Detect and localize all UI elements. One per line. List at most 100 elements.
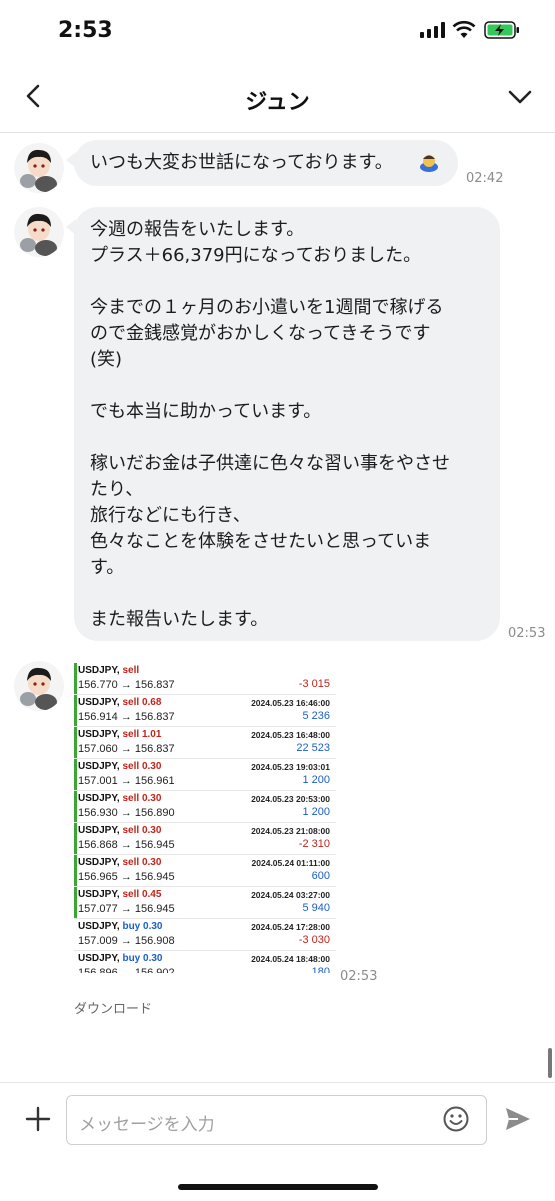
status-bar: 2:53 bbox=[0, 0, 555, 64]
trade-row: USDJPY, sell 0.30 156.930 → 156.890 2024.0… bbox=[74, 791, 336, 823]
message-line bbox=[90, 269, 484, 295]
trade-profit: 5 940 bbox=[302, 902, 330, 914]
trade-row: USDJPY, sell 0.45 157.077 → 156.945 2024.0… bbox=[74, 887, 336, 919]
message-line: す。 bbox=[90, 557, 125, 578]
home-indicator[interactable] bbox=[178, 1184, 378, 1190]
trade-pair: USDJPY, sell 0.45 bbox=[78, 889, 161, 900]
trade-pair: USDJPY, sell 0.68 bbox=[78, 697, 161, 708]
message-input[interactable]: メッセージを入力 bbox=[66, 1095, 487, 1145]
trade-side: buy bbox=[122, 921, 141, 932]
trade-side: sell bbox=[122, 697, 140, 708]
message-line: プラス＋66,379円になっておりました。 bbox=[90, 245, 422, 266]
message-line: 今週の報告をいたします。 bbox=[90, 219, 305, 240]
trade-profit: 1 200 bbox=[302, 774, 330, 786]
avatar-icon bbox=[14, 143, 64, 193]
trade-side: sell bbox=[122, 729, 140, 740]
trade-date: 2024.05.23 20:53:00 bbox=[251, 794, 330, 804]
message-line bbox=[90, 425, 484, 451]
trade-date: 2024.05.23 21:08:00 bbox=[251, 826, 330, 836]
message-line: 今までの１ヶ月のお小遣いを1週間で稼げる bbox=[90, 297, 444, 318]
open-position-marker bbox=[74, 759, 77, 790]
scrollbar[interactable] bbox=[548, 1048, 552, 1078]
trade-date: 2024.05.23 16:46:00 bbox=[251, 698, 330, 708]
trade-side: sell bbox=[122, 665, 140, 676]
trade-pair: USDJPY, sell 0.30 bbox=[78, 825, 161, 836]
trade-pair: USDJPY, sell 0.30 bbox=[78, 793, 161, 804]
trade-row: USDJPY, sell 0.30 156.965 → 156.945 2024.0… bbox=[74, 855, 336, 887]
status-time: 2:53 bbox=[58, 18, 113, 43]
trade-symbol: USDJPY, bbox=[78, 953, 120, 964]
avatar[interactable] bbox=[14, 143, 64, 193]
avatar-icon bbox=[14, 207, 64, 257]
open-position-marker bbox=[74, 663, 77, 694]
trade-lot: 0.30 bbox=[143, 921, 163, 932]
message-bubble[interactable]: 今週の報告をいたします。 プラス＋66,379円になっておりました。 今までの１… bbox=[66, 207, 500, 641]
trade-prices: 156.896 → 156.902 bbox=[78, 967, 175, 973]
trade-prices: 157.060 → 156.837 bbox=[78, 743, 175, 755]
emoji-icon[interactable] bbox=[441, 1104, 471, 1134]
trade-lot: 0.30 bbox=[141, 761, 162, 772]
trade-lot: 0.45 bbox=[141, 889, 162, 900]
download-link[interactable]: ダウンロード bbox=[74, 998, 152, 1017]
open-position-marker bbox=[74, 791, 77, 822]
message-time: 02:53 bbox=[340, 969, 378, 984]
trade-history-image[interactable]: USDJPY, sell 156.770 → 156.837 -3 015 USDJ… bbox=[74, 663, 336, 973]
chat-title: ジュン bbox=[245, 90, 310, 115]
message-line bbox=[90, 373, 484, 399]
trade-side: sell bbox=[122, 889, 140, 900]
trade-date: 2024.05.24 18:48:00 bbox=[251, 954, 330, 964]
trade-symbol: USDJPY, bbox=[78, 889, 120, 900]
trade-symbol: USDJPY, bbox=[78, 761, 120, 772]
message-line bbox=[90, 581, 484, 607]
trade-row: USDJPY, buy 0.30 157.009 → 156.908 2024.05… bbox=[74, 919, 336, 951]
message-line: (笑) bbox=[90, 349, 123, 370]
trade-pair: USDJPY, sell 0.30 bbox=[78, 857, 161, 868]
chevron-down-icon[interactable] bbox=[506, 86, 534, 106]
trade-row: USDJPY, sell 1.01 157.060 → 156.837 2024.0… bbox=[74, 727, 336, 759]
trade-prices: 157.077 → 156.945 bbox=[78, 903, 175, 915]
trade-side: sell bbox=[122, 793, 140, 804]
message-input-placeholder: メッセージを入力 bbox=[79, 1115, 215, 1135]
trade-row: USDJPY, sell 0.30 157.001 → 156.961 2024.0… bbox=[74, 759, 336, 791]
trade-row: USDJPY, sell 0.68 156.914 → 156.837 2024.0… bbox=[74, 695, 336, 727]
trade-lot: 0.30 bbox=[141, 793, 162, 804]
trade-profit: -2 310 bbox=[298, 838, 330, 850]
trade-date: 2024.05.23 16:48:00 bbox=[251, 730, 330, 740]
plus-icon[interactable] bbox=[24, 1105, 52, 1133]
open-position-marker bbox=[74, 823, 77, 854]
trade-prices: 156.965 → 156.945 bbox=[78, 871, 175, 883]
message-line: 旅行などにも行き、 bbox=[90, 505, 251, 526]
trade-row: USDJPY, sell 0.30 156.868 → 156.945 2024.0… bbox=[74, 823, 336, 855]
trade-side: buy bbox=[122, 953, 141, 964]
trade-prices: 156.770 → 156.837 bbox=[78, 679, 175, 691]
bubble-tail bbox=[66, 152, 76, 168]
trade-profit: -3 015 bbox=[298, 678, 330, 690]
message-line: 稼いだお金は子供達に色々な習い事をやさせ bbox=[90, 453, 450, 474]
trade-symbol: USDJPY, bbox=[78, 729, 120, 740]
trade-profit: -3 030 bbox=[298, 934, 330, 946]
message-line: でも本当に助かっています。 bbox=[90, 401, 322, 422]
bowing-person-emoji-icon bbox=[420, 155, 438, 172]
trade-prices: 156.914 → 156.837 bbox=[78, 711, 175, 723]
message-text: いつも大変お世話になっております。 bbox=[90, 152, 393, 173]
trade-date: 2024.05.24 03:27:00 bbox=[251, 890, 330, 900]
trade-profit: 1 200 bbox=[302, 806, 330, 818]
trade-date: 2024.05.24 17:28:00 bbox=[251, 922, 330, 932]
send-icon[interactable] bbox=[503, 1105, 533, 1133]
trade-prices: 157.009 → 156.908 bbox=[78, 935, 175, 947]
wifi-icon bbox=[452, 21, 476, 38]
message-bubble[interactable]: いつも大変お世話になっております。 bbox=[66, 140, 458, 186]
trade-side: sell bbox=[122, 857, 140, 868]
trade-lot: 0.30 bbox=[143, 953, 163, 964]
message-line: ので金銭感覚がおかしくなってきそうです bbox=[90, 323, 431, 344]
open-position-marker bbox=[74, 695, 77, 726]
trade-lot: 0.30 bbox=[141, 825, 162, 836]
trade-pair: USDJPY, sell bbox=[78, 665, 139, 676]
battery-charging-icon bbox=[484, 21, 519, 39]
trade-profit: 5 236 bbox=[302, 710, 330, 722]
trade-pair: USDJPY, sell 0.30 bbox=[78, 761, 161, 772]
trade-side: sell bbox=[122, 761, 140, 772]
avatar[interactable] bbox=[14, 207, 64, 257]
trade-symbol: USDJPY, bbox=[78, 665, 120, 676]
avatar[interactable] bbox=[14, 661, 64, 711]
